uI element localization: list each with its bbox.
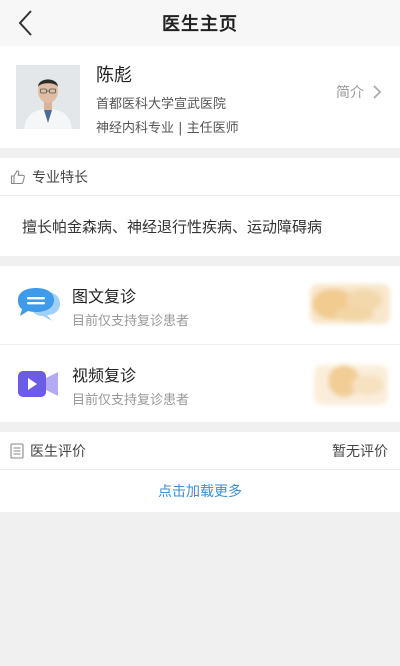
service-image-text-consult[interactable]: 图文复诊 目前仅支持复诊患者 (0, 266, 400, 344)
document-list-icon (10, 442, 24, 459)
intro-label: 简介 (336, 85, 364, 101)
reviews-header: 医生评价 暂无评价 (0, 432, 400, 470)
doctor-hospital: 首都医科大学宣武医院 (96, 97, 227, 112)
doctor-avatar (16, 65, 80, 129)
chat-bubble-icon (16, 286, 60, 330)
thumbs-up-icon (10, 169, 25, 184)
back-button[interactable] (14, 8, 42, 38)
intro-link[interactable]: 简介 (336, 82, 382, 102)
video-camera-icon (16, 365, 60, 409)
load-more-button[interactable]: 点击加载更多 (0, 470, 400, 512)
price-blurred-overlay (304, 357, 396, 411)
section-gap (0, 148, 400, 158)
doctor-profile-card[interactable]: 陈彪 首都医科大学宣武医院 神经内科专业 | 主任医师 简介 (0, 46, 400, 148)
specialty-header-label: 专业特长 (32, 169, 88, 186)
service-title: 视频复诊 (72, 366, 137, 385)
doctor-name: 陈彪 (96, 65, 132, 86)
service-subtitle: 目前仅支持复诊患者 (72, 314, 190, 329)
specialty-text: 擅长帕金森病、神经退行性疾病、运动障碍病 (0, 196, 400, 256)
reviews-status: 暂无评价 (332, 443, 388, 460)
section-gap (0, 256, 400, 266)
service-title: 图文复诊 (72, 287, 137, 306)
top-navbar: 医生主页 (0, 0, 400, 46)
service-subtitle: 目前仅支持复诊患者 (72, 393, 190, 408)
page-title: 医生主页 (162, 14, 238, 35)
section-gap (0, 422, 400, 432)
chevron-right-icon (373, 85, 382, 99)
price-blurred-overlay (304, 278, 396, 332)
doctor-department-title: 神经内科专业 | 主任医师 (96, 121, 239, 136)
reviews-header-label: 医生评价 (30, 443, 86, 460)
chevron-left-icon (18, 10, 32, 36)
service-video-consult[interactable]: 视频复诊 目前仅支持复诊患者 (0, 344, 400, 422)
specialty-header: 专业特长 (0, 158, 400, 196)
